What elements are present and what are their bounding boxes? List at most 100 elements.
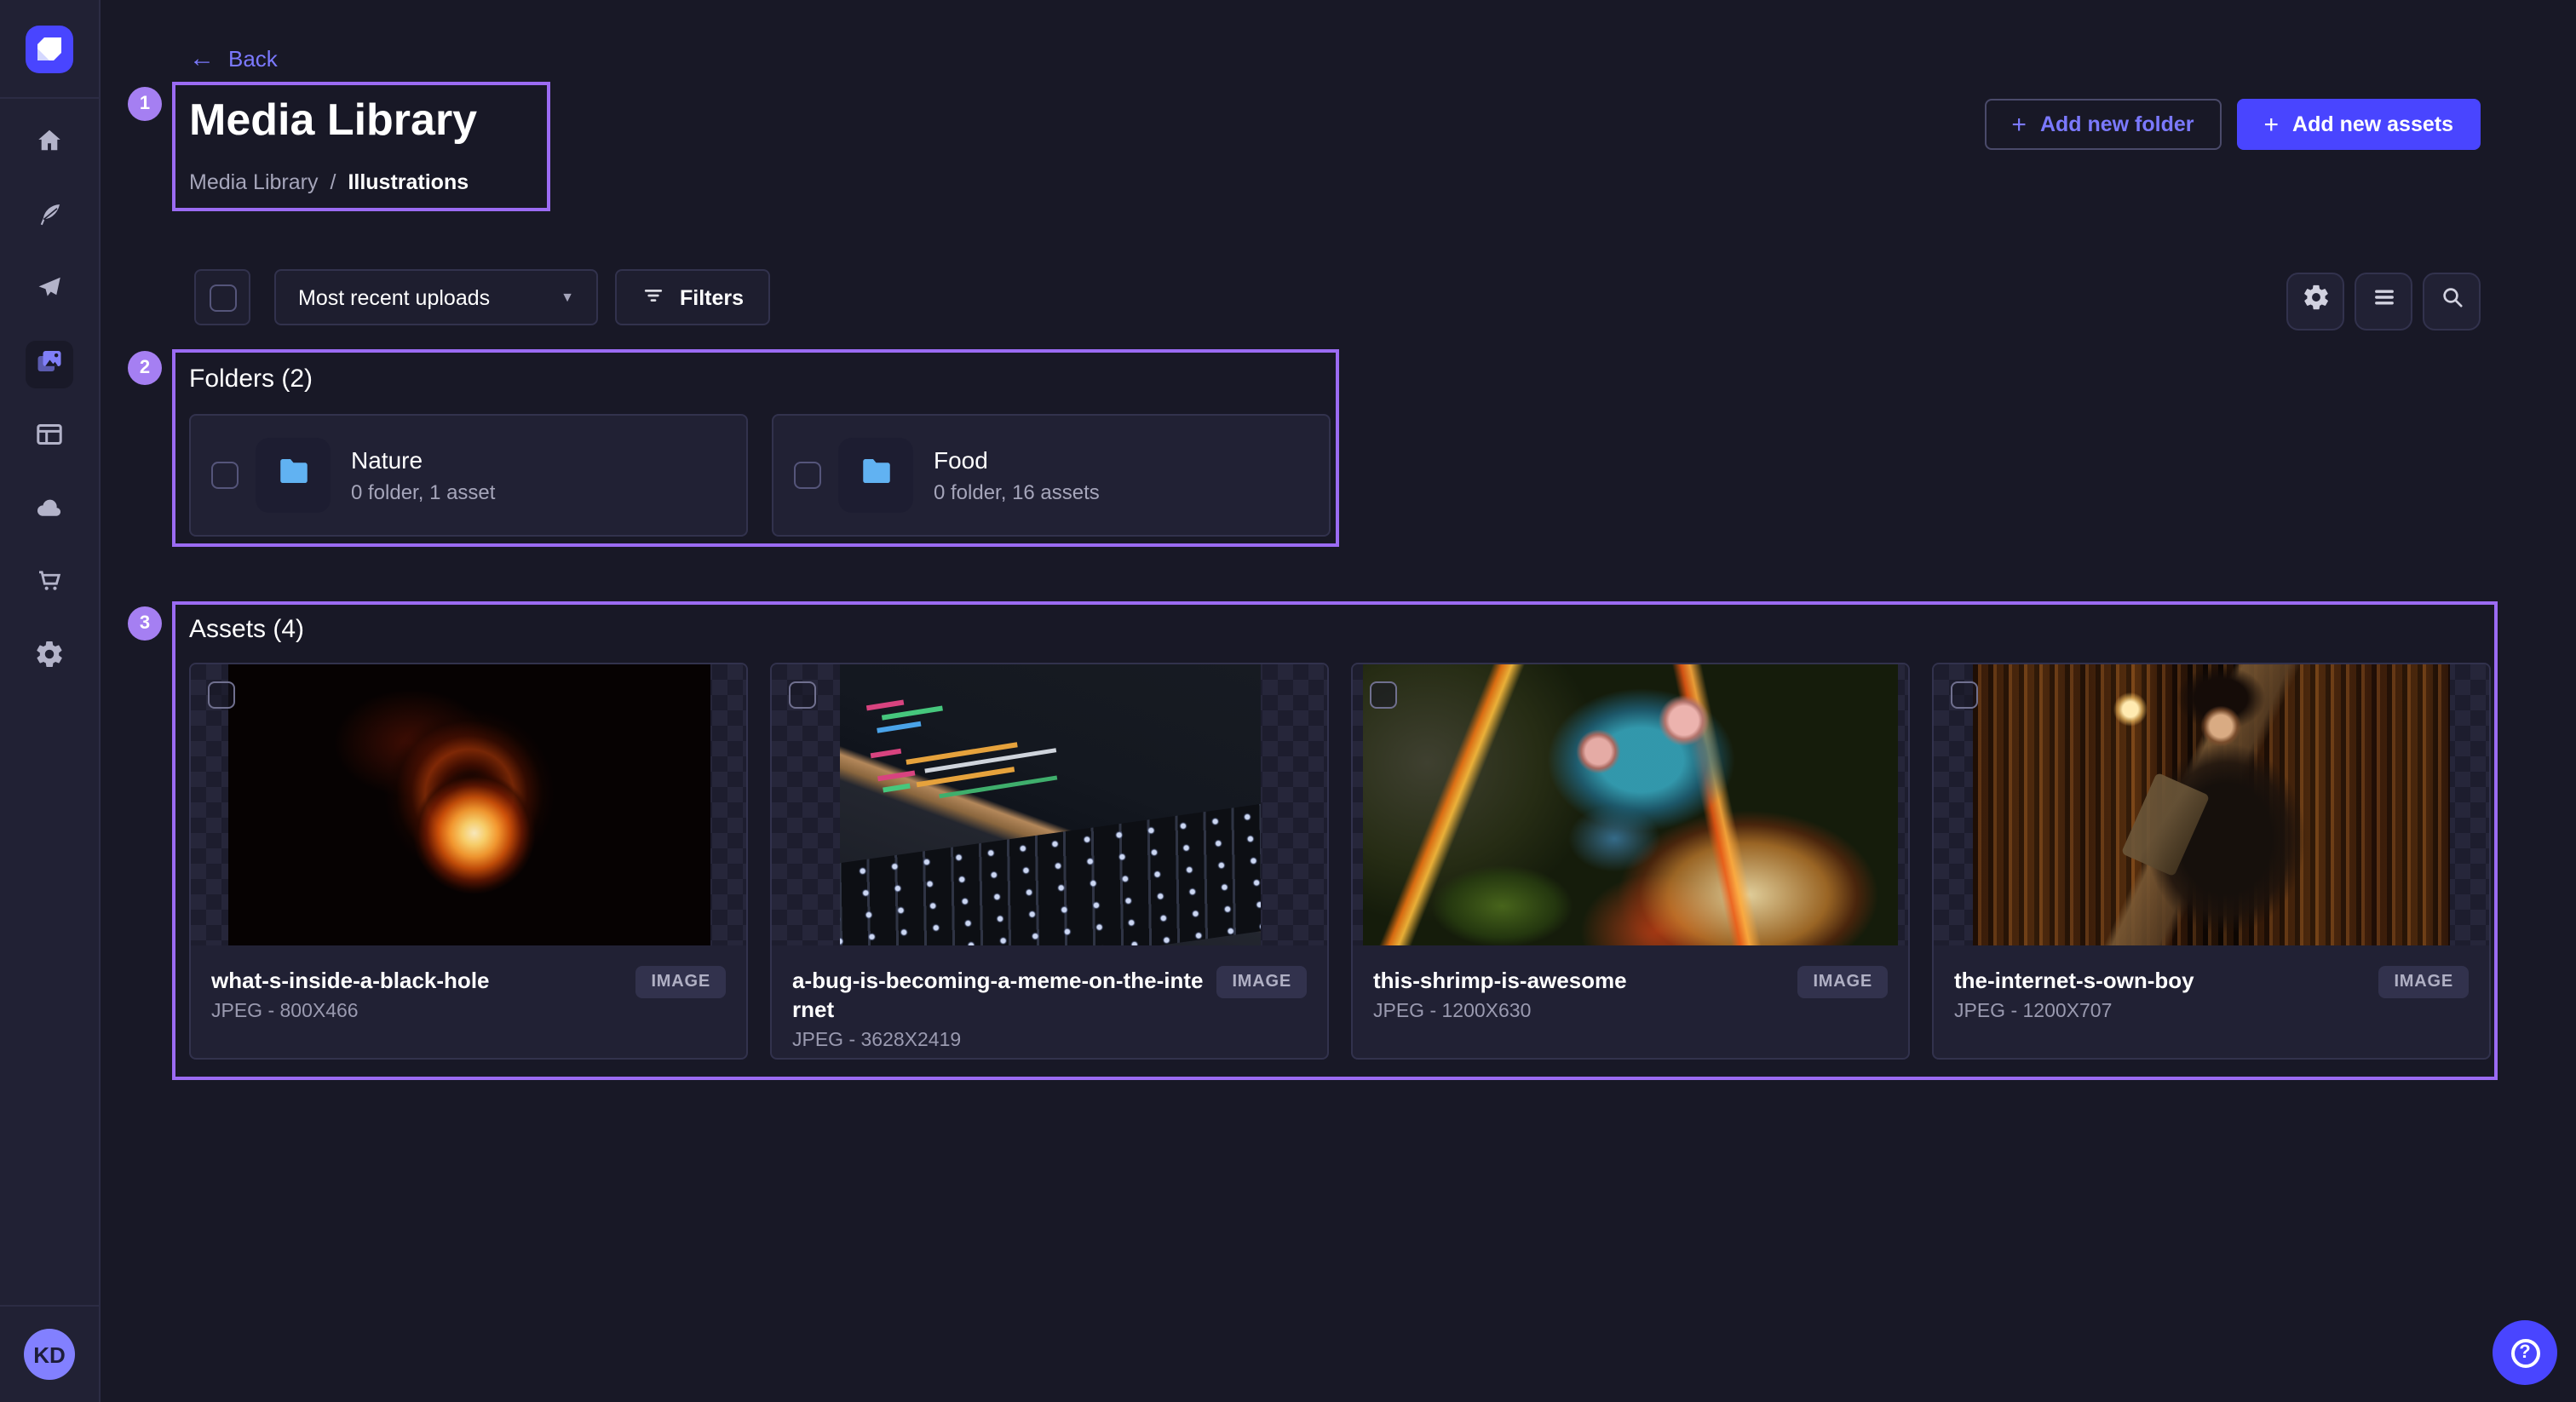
asset-type-badge: IMAGE bbox=[2378, 966, 2469, 998]
asset-footer: this-shrimp-is-awesome JPEG - 1200X630 I… bbox=[1353, 945, 1908, 1022]
annotation-badge-3: 3 bbox=[128, 606, 162, 641]
asset-texts: this-shrimp-is-awesome JPEG - 1200X630 bbox=[1373, 966, 1784, 1022]
sidebar-item-release[interactable] bbox=[26, 267, 73, 315]
gear-icon bbox=[34, 638, 65, 677]
folder-card-food[interactable]: Food 0 folder, 16 assets bbox=[772, 414, 1331, 537]
folder-checkbox[interactable] bbox=[211, 462, 239, 489]
sidebar-item-marketplace[interactable] bbox=[26, 560, 73, 608]
asset-card-black-hole[interactable]: what-s-inside-a-black-hole JPEG - 800X46… bbox=[189, 663, 748, 1060]
add-new-folder-label: Add new folder bbox=[2040, 112, 2194, 136]
user-avatar[interactable]: KD bbox=[24, 1329, 75, 1380]
app-root: KD ← Back Media Library Media Library/Il… bbox=[0, 0, 2576, 1402]
add-new-assets-label: Add new assets bbox=[2292, 112, 2453, 136]
asset-media bbox=[772, 664, 1327, 945]
layout-icon bbox=[34, 418, 65, 457]
asset-meta: JPEG - 1200X707 bbox=[1954, 1002, 2365, 1022]
breadcrumb: Media Library/Illustrations bbox=[189, 170, 469, 194]
select-all-checkbox[interactable] bbox=[209, 284, 236, 311]
asset-title: what-s-inside-a-black-hole bbox=[211, 966, 622, 995]
back-arrow-icon: ← bbox=[189, 48, 215, 70]
asset-footer: the-internet-s-own-boy JPEG - 1200X707 I… bbox=[1934, 945, 2489, 1022]
help-button[interactable]: ? bbox=[2493, 1320, 2557, 1385]
settings-view-button[interactable] bbox=[2286, 273, 2344, 330]
view-controls bbox=[2286, 273, 2481, 330]
folder-texts: Food 0 folder, 16 assets bbox=[934, 446, 1100, 504]
folders-section-title: Folders (2) bbox=[189, 365, 313, 394]
asset-thumbnail bbox=[1973, 664, 2450, 945]
sidebar-item-settings[interactable] bbox=[26, 634, 73, 681]
asset-meta: JPEG - 3628X2419 bbox=[792, 1031, 1203, 1052]
sidebar-item-content-manager[interactable] bbox=[26, 194, 73, 242]
search-button[interactable] bbox=[2423, 273, 2481, 330]
folder-icon bbox=[858, 453, 894, 497]
asset-media bbox=[191, 664, 746, 945]
folder-card-nature[interactable]: Nature 0 folder, 1 asset bbox=[189, 414, 748, 537]
asset-checkbox[interactable] bbox=[1370, 681, 1397, 709]
sidebar-item-media-library[interactable] bbox=[26, 341, 73, 388]
select-all-checkbox-button[interactable] bbox=[194, 269, 250, 325]
asset-footer: what-s-inside-a-black-hole JPEG - 800X46… bbox=[191, 945, 746, 1022]
gear-icon bbox=[2301, 283, 2330, 320]
sort-value: Most recent uploads bbox=[298, 285, 490, 309]
asset-media bbox=[1934, 664, 2489, 945]
filters-button[interactable]: Filters bbox=[615, 269, 769, 325]
sidebar-divider bbox=[0, 1305, 99, 1307]
sidebar-item-deploy[interactable] bbox=[26, 487, 73, 535]
search-icon bbox=[2437, 283, 2466, 320]
asset-texts: the-internet-s-own-boy JPEG - 1200X707 bbox=[1954, 966, 2365, 1022]
asset-checkbox[interactable] bbox=[1951, 681, 1978, 709]
annotation-badge-1: 1 bbox=[128, 87, 162, 121]
asset-title: a-bug-is-becoming-a-meme-on-the-internet bbox=[792, 966, 1203, 1025]
asset-card-bug-meme[interactable]: a-bug-is-becoming-a-meme-on-the-internet… bbox=[770, 663, 1329, 1060]
sort-dropdown[interactable]: Most recent uploads ▼ bbox=[274, 269, 598, 325]
folder-icon bbox=[275, 453, 311, 497]
asset-type-badge: IMAGE bbox=[1797, 966, 1888, 998]
sidebar-item-content-type-builder[interactable] bbox=[26, 414, 73, 462]
folder-meta: 0 folder, 1 asset bbox=[351, 480, 495, 504]
asset-card-internets-own-boy[interactable]: the-internet-s-own-boy JPEG - 1200X707 I… bbox=[1932, 663, 2491, 1060]
annotation-badge-2: 2 bbox=[128, 351, 162, 385]
paper-plane-icon bbox=[34, 272, 65, 311]
add-new-folder-button[interactable]: + Add new folder bbox=[1984, 99, 2221, 150]
cloud-icon bbox=[34, 491, 65, 531]
page-title: Media Library bbox=[189, 92, 477, 147]
media-library-icon bbox=[34, 345, 65, 384]
home-icon bbox=[34, 125, 65, 164]
asset-thumbnail bbox=[839, 664, 1260, 945]
filter-icon bbox=[641, 282, 666, 313]
asset-media bbox=[1353, 664, 1908, 945]
folder-name: Food bbox=[934, 446, 1100, 474]
cart-icon bbox=[34, 565, 65, 604]
folder-meta: 0 folder, 16 assets bbox=[934, 480, 1100, 504]
asset-checkbox[interactable] bbox=[208, 681, 235, 709]
breadcrumb-parent[interactable]: Media Library bbox=[189, 170, 318, 194]
asset-checkbox[interactable] bbox=[789, 681, 816, 709]
assets-section-title: Assets (4) bbox=[189, 615, 304, 644]
asset-meta: JPEG - 800X466 bbox=[211, 1002, 622, 1022]
asset-card-shrimp[interactable]: this-shrimp-is-awesome JPEG - 1200X630 I… bbox=[1351, 663, 1910, 1060]
asset-title: the-internet-s-own-boy bbox=[1954, 966, 2365, 995]
back-label: Back bbox=[228, 46, 278, 72]
strapi-logo-icon[interactable] bbox=[26, 25, 73, 72]
asset-title: this-shrimp-is-awesome bbox=[1373, 966, 1784, 995]
list-view-button[interactable] bbox=[2355, 273, 2412, 330]
chevron-down-icon: ▼ bbox=[561, 290, 574, 305]
folder-tile bbox=[256, 438, 331, 513]
question-icon: ? bbox=[2510, 1338, 2539, 1367]
header-actions: + Add new folder + Add new assets bbox=[1984, 99, 2481, 150]
folder-checkbox[interactable] bbox=[794, 462, 821, 489]
asset-footer: a-bug-is-becoming-a-meme-on-the-internet… bbox=[772, 945, 1327, 1052]
folder-name: Nature bbox=[351, 446, 495, 474]
breadcrumb-separator: / bbox=[330, 170, 336, 194]
back-link[interactable]: ← Back bbox=[189, 46, 278, 72]
folder-texts: Nature 0 folder, 1 asset bbox=[351, 446, 495, 504]
asset-type-badge: IMAGE bbox=[635, 966, 726, 998]
sidebar: KD bbox=[0, 0, 101, 1402]
sidebar-item-home[interactable] bbox=[26, 121, 73, 169]
feather-icon bbox=[34, 198, 65, 238]
asset-type-badge: IMAGE bbox=[1216, 966, 1307, 998]
folder-tile bbox=[838, 438, 913, 513]
add-new-assets-button[interactable]: + Add new assets bbox=[2237, 99, 2481, 150]
asset-thumbnail bbox=[1363, 664, 1898, 945]
folders-row: Nature 0 folder, 1 asset Food 0 folder, … bbox=[189, 414, 1331, 537]
